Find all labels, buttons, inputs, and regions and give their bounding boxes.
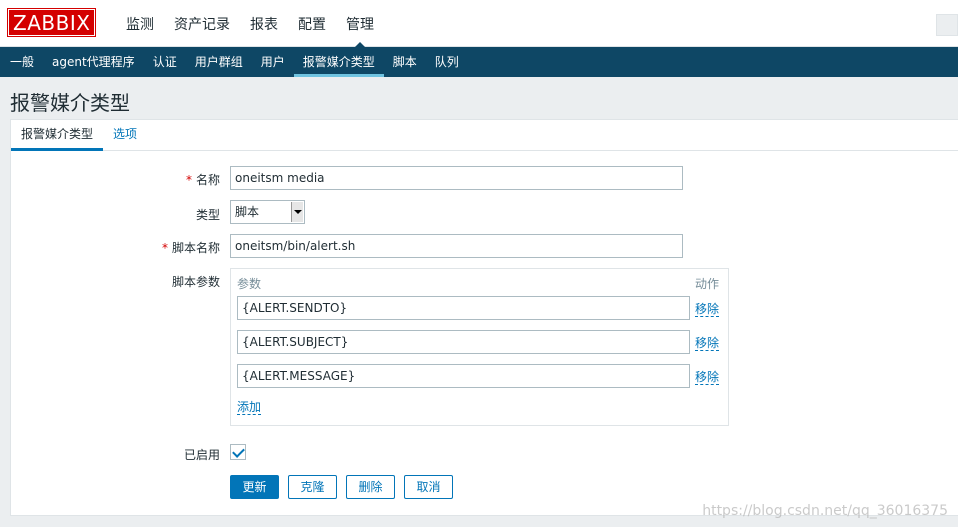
delete-button[interactable]: 删除 (346, 475, 395, 499)
clone-button[interactable]: 克隆 (288, 475, 337, 499)
remove-param-1-link[interactable]: 移除 (695, 302, 720, 317)
main-nav: 监测 资产记录 报表 配置 管理 (116, 0, 384, 48)
tab-bar: 报警媒介类型 选项 (11, 120, 958, 151)
update-button[interactable]: 更新 (230, 475, 279, 499)
script-name-label: * 脚本名称 (161, 241, 220, 255)
params-header-action: 动作 (695, 277, 720, 291)
zabbix-logo[interactable]: ZABBIX (6, 8, 97, 37)
param-input-1[interactable]: {ALERT.SENDTO} (237, 296, 690, 320)
watermark: https://blog.csdn.net/qq_36016375 (702, 503, 948, 519)
main-nav-monitoring[interactable]: 监测 (116, 0, 164, 47)
tab-media-type[interactable]: 报警媒介类型 (11, 120, 104, 151)
enabled-label: 已启用 (183, 448, 220, 462)
main-nav-administration[interactable]: 管理 (336, 0, 384, 48)
chevron-down-icon (291, 202, 303, 222)
type-label: 类型 (195, 208, 220, 222)
remove-param-2-link[interactable]: 移除 (695, 336, 720, 351)
tab-options[interactable]: 选项 (103, 120, 147, 150)
name-input[interactable]: oneitsm media (230, 166, 683, 190)
param-input-3[interactable]: {ALERT.MESSAGE} (237, 364, 690, 388)
sub-nav-user-groups[interactable]: 用户群组 (186, 47, 252, 77)
param-input-2[interactable]: {ALERT.SUBJECT} (237, 330, 690, 354)
sub-nav-queue[interactable]: 队列 (426, 47, 468, 77)
sub-nav-users[interactable]: 用户 (252, 47, 294, 77)
script-params-label: 脚本参数 (171, 275, 220, 289)
script-params-table: 参数 动作 {ALERT.SENDTO} 移除 {ALERT.SUBJECT} … (230, 268, 729, 426)
page-title: 报警媒介类型 (10, 91, 130, 115)
media-type-form-card: 报警媒介类型 选项 * 名称 oneitsm media 类型 脚本 * 脚本名称 … (10, 119, 958, 516)
sub-nav-proxies[interactable]: agent代理程序 (43, 47, 144, 77)
params-header-param: 参数 (237, 277, 262, 291)
search-box[interactable] (936, 14, 958, 36)
main-nav-reports[interactable]: 报表 (240, 0, 288, 47)
remove-param-3-link[interactable]: 移除 (695, 370, 720, 385)
sub-nav-scripts[interactable]: 脚本 (384, 47, 426, 77)
cancel-button[interactable]: 取消 (404, 475, 453, 499)
add-param-link[interactable]: 添加 (237, 400, 262, 415)
script-name-input[interactable]: oneitsm/bin/alert.sh (230, 234, 683, 258)
type-select[interactable]: 脚本 (230, 200, 305, 224)
sub-nav-authentication[interactable]: 认证 (144, 47, 186, 77)
main-nav-inventory[interactable]: 资产记录 (164, 0, 240, 47)
main-nav-configuration[interactable]: 配置 (288, 0, 336, 47)
sub-nav-general[interactable]: 一般 (1, 47, 43, 77)
name-label: * 名称 (185, 173, 220, 187)
sub-nav: 一般 agent代理程序 认证 用户群组 用户 报警媒介类型 脚本 队列 (0, 47, 958, 77)
sub-nav-media-types[interactable]: 报警媒介类型 (293, 47, 384, 77)
enabled-checkbox[interactable] (230, 444, 246, 460)
top-bar: ZABBIX 监测 资产记录 报表 配置 管理 (0, 0, 958, 48)
